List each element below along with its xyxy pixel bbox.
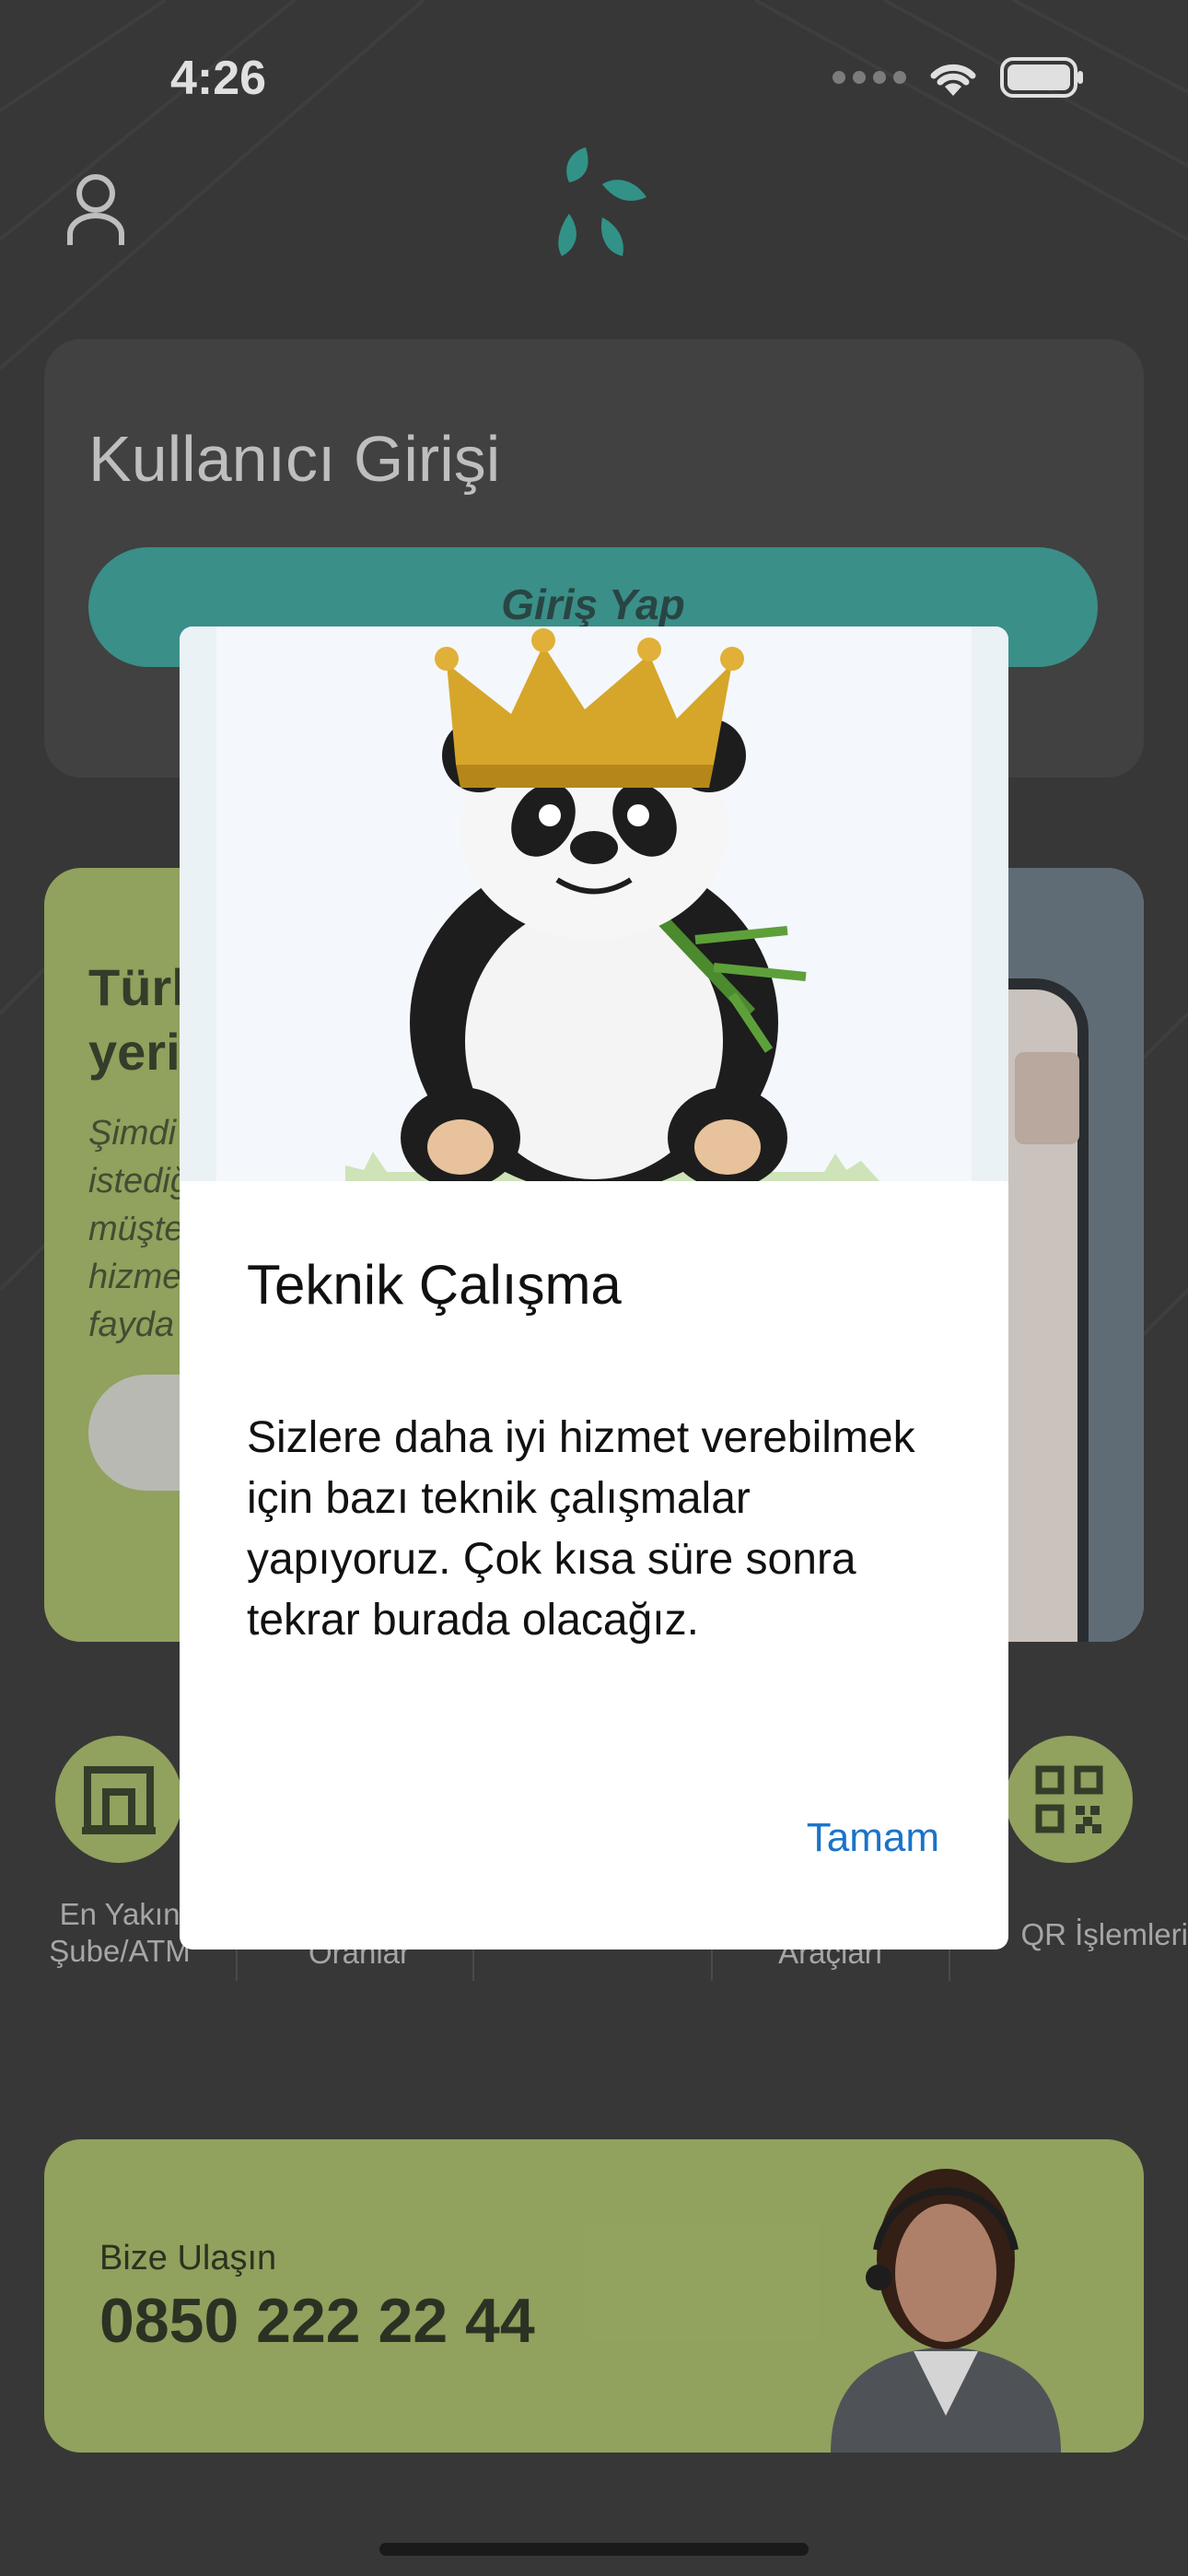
dialog-message: Sizlere daha iyi hizmet verebilmek için … bbox=[247, 1413, 915, 1645]
maintenance-dialog: Teknik Çalışma Sizlere daha iyi hizmet v… bbox=[180, 626, 1008, 1950]
ok-button[interactable]: Tamam bbox=[807, 1815, 939, 1861]
panda-king-image bbox=[180, 626, 1008, 1181]
dialog-title: Teknik Çalışma bbox=[247, 1254, 622, 1316]
